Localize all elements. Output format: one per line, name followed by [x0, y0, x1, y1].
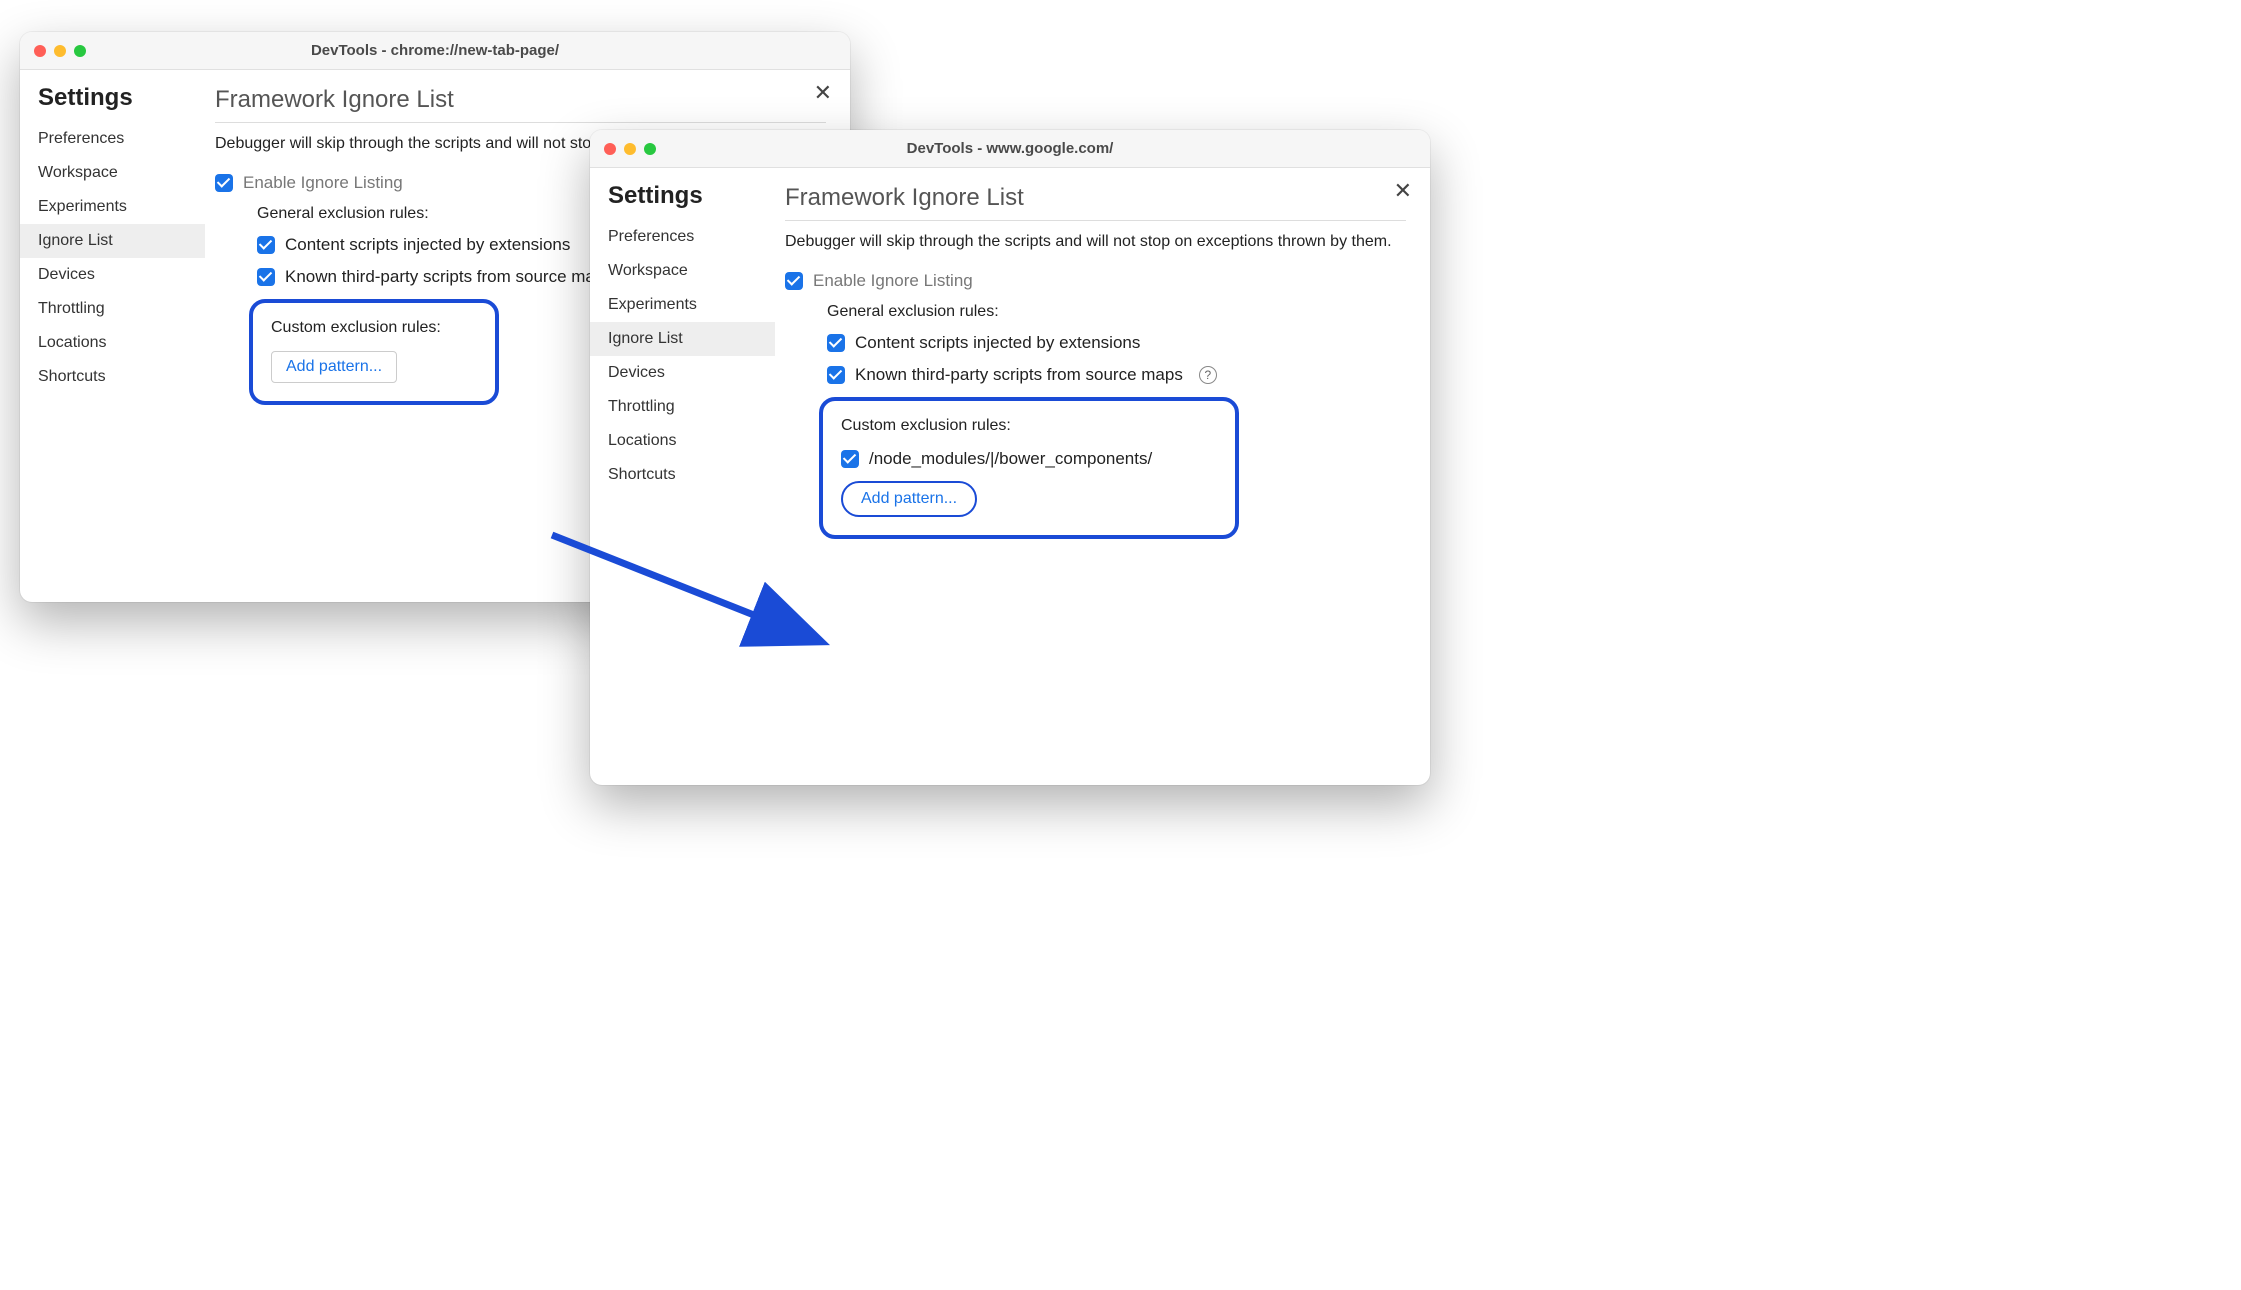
sidebar-item-shortcuts[interactable]: Shortcuts — [20, 360, 205, 394]
content-scripts-label: Content scripts injected by extensions — [855, 333, 1140, 353]
sidebar-item-shortcuts[interactable]: Shortcuts — [590, 458, 775, 492]
devtools-window-after: DevTools - www.google.com/ ✕ Settings Pr… — [590, 130, 1430, 785]
window-controls — [20, 45, 86, 57]
sidebar-item-devices[interactable]: Devices — [590, 356, 775, 390]
minimize-window-button[interactable] — [54, 45, 66, 57]
sidebar-item-ignore-list[interactable]: Ignore List — [590, 322, 775, 356]
settings-sidebar: Settings Preferences Workspace Experimen… — [590, 168, 775, 785]
sidebar-item-locations[interactable]: Locations — [20, 326, 205, 360]
window-controls — [590, 143, 656, 155]
third-party-scripts-label: Known third-party scripts from source ma… — [855, 365, 1183, 385]
custom-rules-label: Custom exclusion rules: — [271, 319, 477, 337]
page-title: Framework Ignore List — [785, 184, 1406, 221]
maximize-window-button[interactable] — [74, 45, 86, 57]
custom-pattern-text: /node_modules/|/bower_components/ — [869, 449, 1152, 469]
sidebar-item-experiments[interactable]: Experiments — [20, 190, 205, 224]
window-title: DevTools - chrome://new-tab-page/ — [20, 42, 850, 59]
checkbox-checked-icon[interactable] — [841, 450, 859, 468]
sidebar-item-ignore-list[interactable]: Ignore List — [20, 224, 205, 258]
third-party-scripts-row[interactable]: Known third-party scripts from source ma… — [827, 365, 1406, 385]
sidebar-item-throttling[interactable]: Throttling — [590, 390, 775, 424]
titlebar: DevTools - www.google.com/ — [590, 130, 1430, 168]
close-icon[interactable]: ✕ — [1394, 180, 1412, 202]
sidebar-item-workspace[interactable]: Workspace — [590, 254, 775, 288]
enable-ignore-listing-label: Enable Ignore Listing — [243, 173, 403, 193]
close-window-button[interactable] — [604, 143, 616, 155]
sidebar-item-throttling[interactable]: Throttling — [20, 292, 205, 326]
checkbox-checked-icon[interactable] — [215, 174, 233, 192]
custom-pattern-row[interactable]: /node_modules/|/bower_components/ — [841, 449, 1217, 469]
custom-rules-label: Custom exclusion rules: — [841, 417, 1217, 435]
custom-rules-highlight: Custom exclusion rules: /node_modules/|/… — [819, 397, 1239, 539]
minimize-window-button[interactable] — [624, 143, 636, 155]
checkbox-checked-icon[interactable] — [785, 272, 803, 290]
help-icon[interactable]: ? — [1199, 366, 1217, 384]
content-scripts-label: Content scripts injected by extensions — [285, 235, 570, 255]
content-scripts-row[interactable]: Content scripts injected by extensions — [827, 333, 1406, 353]
sidebar-item-experiments[interactable]: Experiments — [590, 288, 775, 322]
checkbox-checked-icon[interactable] — [257, 268, 275, 286]
sidebar-item-preferences[interactable]: Preferences — [20, 122, 205, 156]
custom-rules-highlight: Custom exclusion rules: Add pattern... — [249, 299, 499, 405]
settings-heading: Settings — [20, 84, 205, 122]
third-party-scripts-label: Known third-party scripts from source ma… — [285, 267, 613, 287]
close-window-button[interactable] — [34, 45, 46, 57]
settings-content: Framework Ignore List Debugger will skip… — [775, 168, 1430, 785]
checkbox-checked-icon[interactable] — [827, 334, 845, 352]
sidebar-item-preferences[interactable]: Preferences — [590, 220, 775, 254]
titlebar: DevTools - chrome://new-tab-page/ — [20, 32, 850, 70]
checkbox-checked-icon[interactable] — [257, 236, 275, 254]
sidebar-item-locations[interactable]: Locations — [590, 424, 775, 458]
page-title: Framework Ignore List — [215, 86, 826, 123]
sidebar-item-workspace[interactable]: Workspace — [20, 156, 205, 190]
add-pattern-button[interactable]: Add pattern... — [841, 481, 977, 517]
general-rules-label: General exclusion rules: — [827, 303, 1406, 321]
enable-ignore-listing-row[interactable]: Enable Ignore Listing — [785, 271, 1406, 291]
sidebar-item-devices[interactable]: Devices — [20, 258, 205, 292]
close-icon[interactable]: ✕ — [814, 82, 832, 104]
description-text: Debugger will skip through the scripts a… — [785, 231, 1406, 253]
add-pattern-button[interactable]: Add pattern... — [271, 351, 397, 383]
maximize-window-button[interactable] — [644, 143, 656, 155]
checkbox-checked-icon[interactable] — [827, 366, 845, 384]
window-title: DevTools - www.google.com/ — [590, 140, 1430, 157]
settings-sidebar: Settings Preferences Workspace Experimen… — [20, 70, 205, 602]
settings-heading: Settings — [590, 182, 775, 220]
enable-ignore-listing-label: Enable Ignore Listing — [813, 271, 973, 291]
